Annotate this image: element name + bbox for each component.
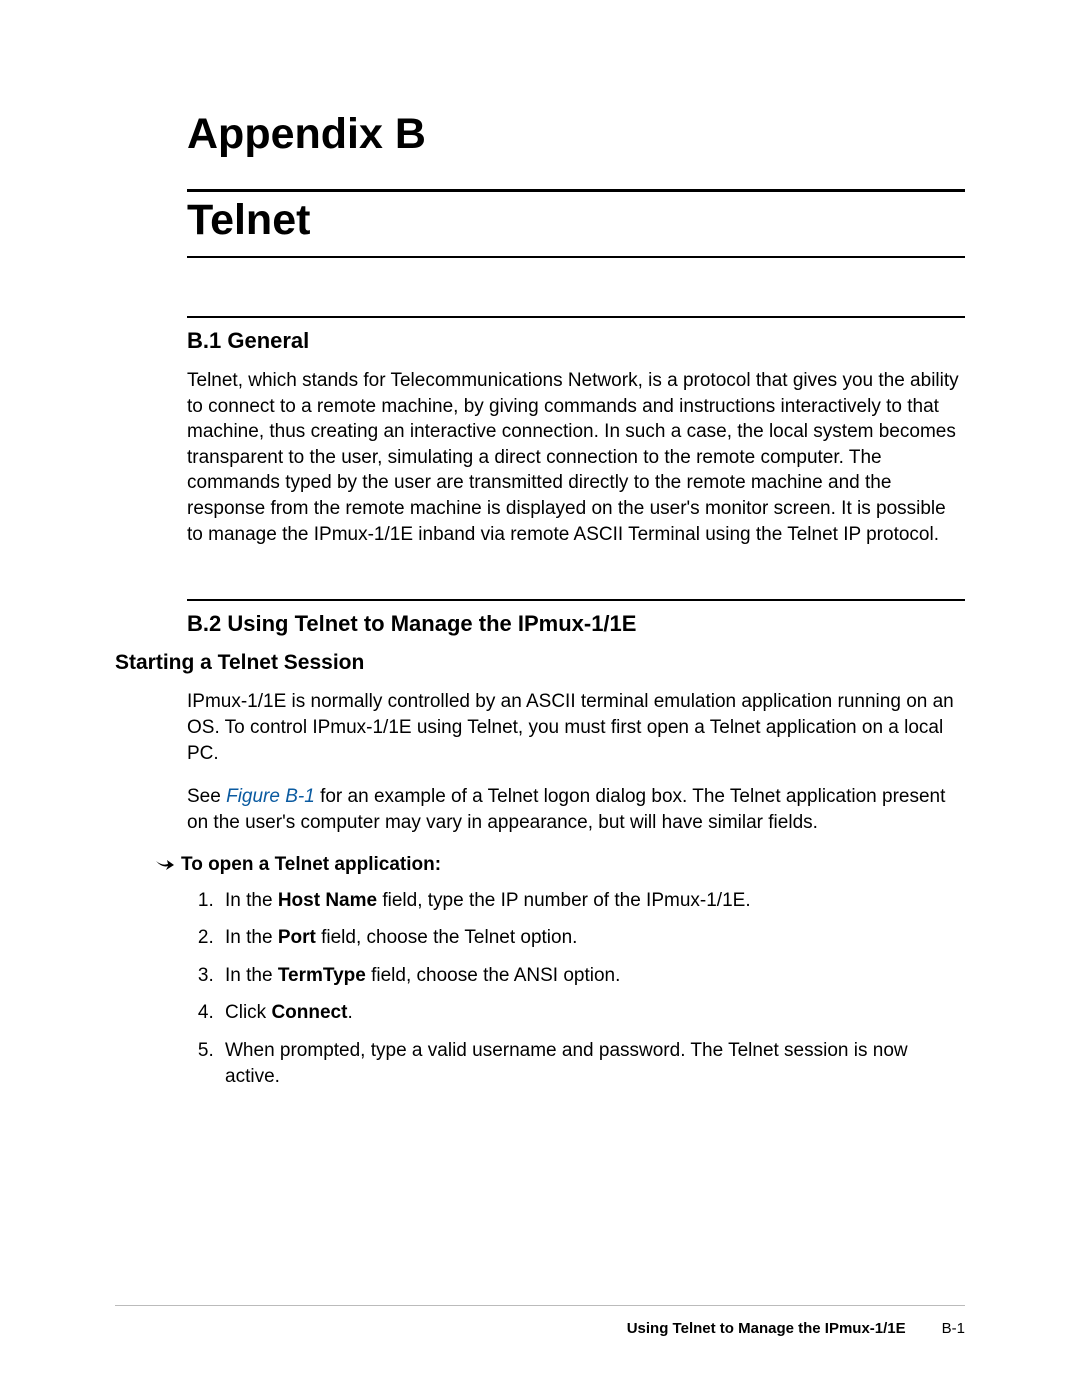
title-rule-top xyxy=(187,189,965,192)
section-rule-b2 xyxy=(187,599,965,601)
list-item: Click Connect. xyxy=(219,1000,965,1026)
page-footer: Using Telnet to Manage the IPmux-1/1E B-… xyxy=(115,1305,965,1337)
text-run: field, choose the Telnet option. xyxy=(316,927,578,948)
field-name: Port xyxy=(278,927,316,948)
footer-page-number: B-1 xyxy=(942,1320,965,1337)
text-run: Click xyxy=(225,1002,271,1023)
procedure-title: To open a Telnet application: xyxy=(181,854,441,876)
text-run: In the xyxy=(225,927,278,948)
figure-reference-link[interactable]: Figure B-1 xyxy=(226,786,315,807)
field-name: Host Name xyxy=(278,890,377,911)
list-item: In the Port field, choose the Telnet opt… xyxy=(219,925,965,951)
procedure-heading-row: To open a Telnet application: xyxy=(155,854,965,876)
procedure-arrow-icon xyxy=(155,858,181,872)
appendix-label: Appendix B xyxy=(187,110,965,159)
text-run: In the xyxy=(225,890,278,911)
procedure-steps: In the Host Name field, type the IP numb… xyxy=(219,888,965,1090)
text-run: See xyxy=(187,786,226,807)
appendix-subject: Telnet xyxy=(187,196,965,245)
list-item: When prompted, type a valid username and… xyxy=(219,1038,965,1089)
paragraph-b2-2: See Figure B-1 for an example of a Telne… xyxy=(187,784,965,835)
section-rule-b1 xyxy=(187,316,965,318)
text-run: field, choose the ANSI option. xyxy=(366,965,621,986)
page-content: Appendix B Telnet B.1 General Telnet, wh… xyxy=(0,0,1080,1089)
button-name: Connect xyxy=(271,1002,347,1023)
subsection-heading: Starting a Telnet Session xyxy=(115,651,965,675)
field-name: TermType xyxy=(278,965,366,986)
text-run: field, type the IP number of the IPmux-1… xyxy=(377,890,751,911)
list-item: In the Host Name field, type the IP numb… xyxy=(219,888,965,914)
list-item: In the TermType field, choose the ANSI o… xyxy=(219,963,965,989)
paragraph-b1: Telnet, which stands for Telecommunicati… xyxy=(187,368,965,547)
section-heading-b1: B.1 General xyxy=(187,328,965,354)
title-block: Appendix B xyxy=(187,110,965,159)
paragraph-b2-1: IPmux-1/1E is normally controlled by an … xyxy=(187,689,965,766)
text-run: . xyxy=(347,1002,352,1023)
text-run: In the xyxy=(225,965,278,986)
section-heading-b2: B.2 Using Telnet to Manage the IPmux-1/1… xyxy=(187,611,965,637)
footer-section-title: Using Telnet to Manage the IPmux-1/1E xyxy=(627,1320,906,1337)
